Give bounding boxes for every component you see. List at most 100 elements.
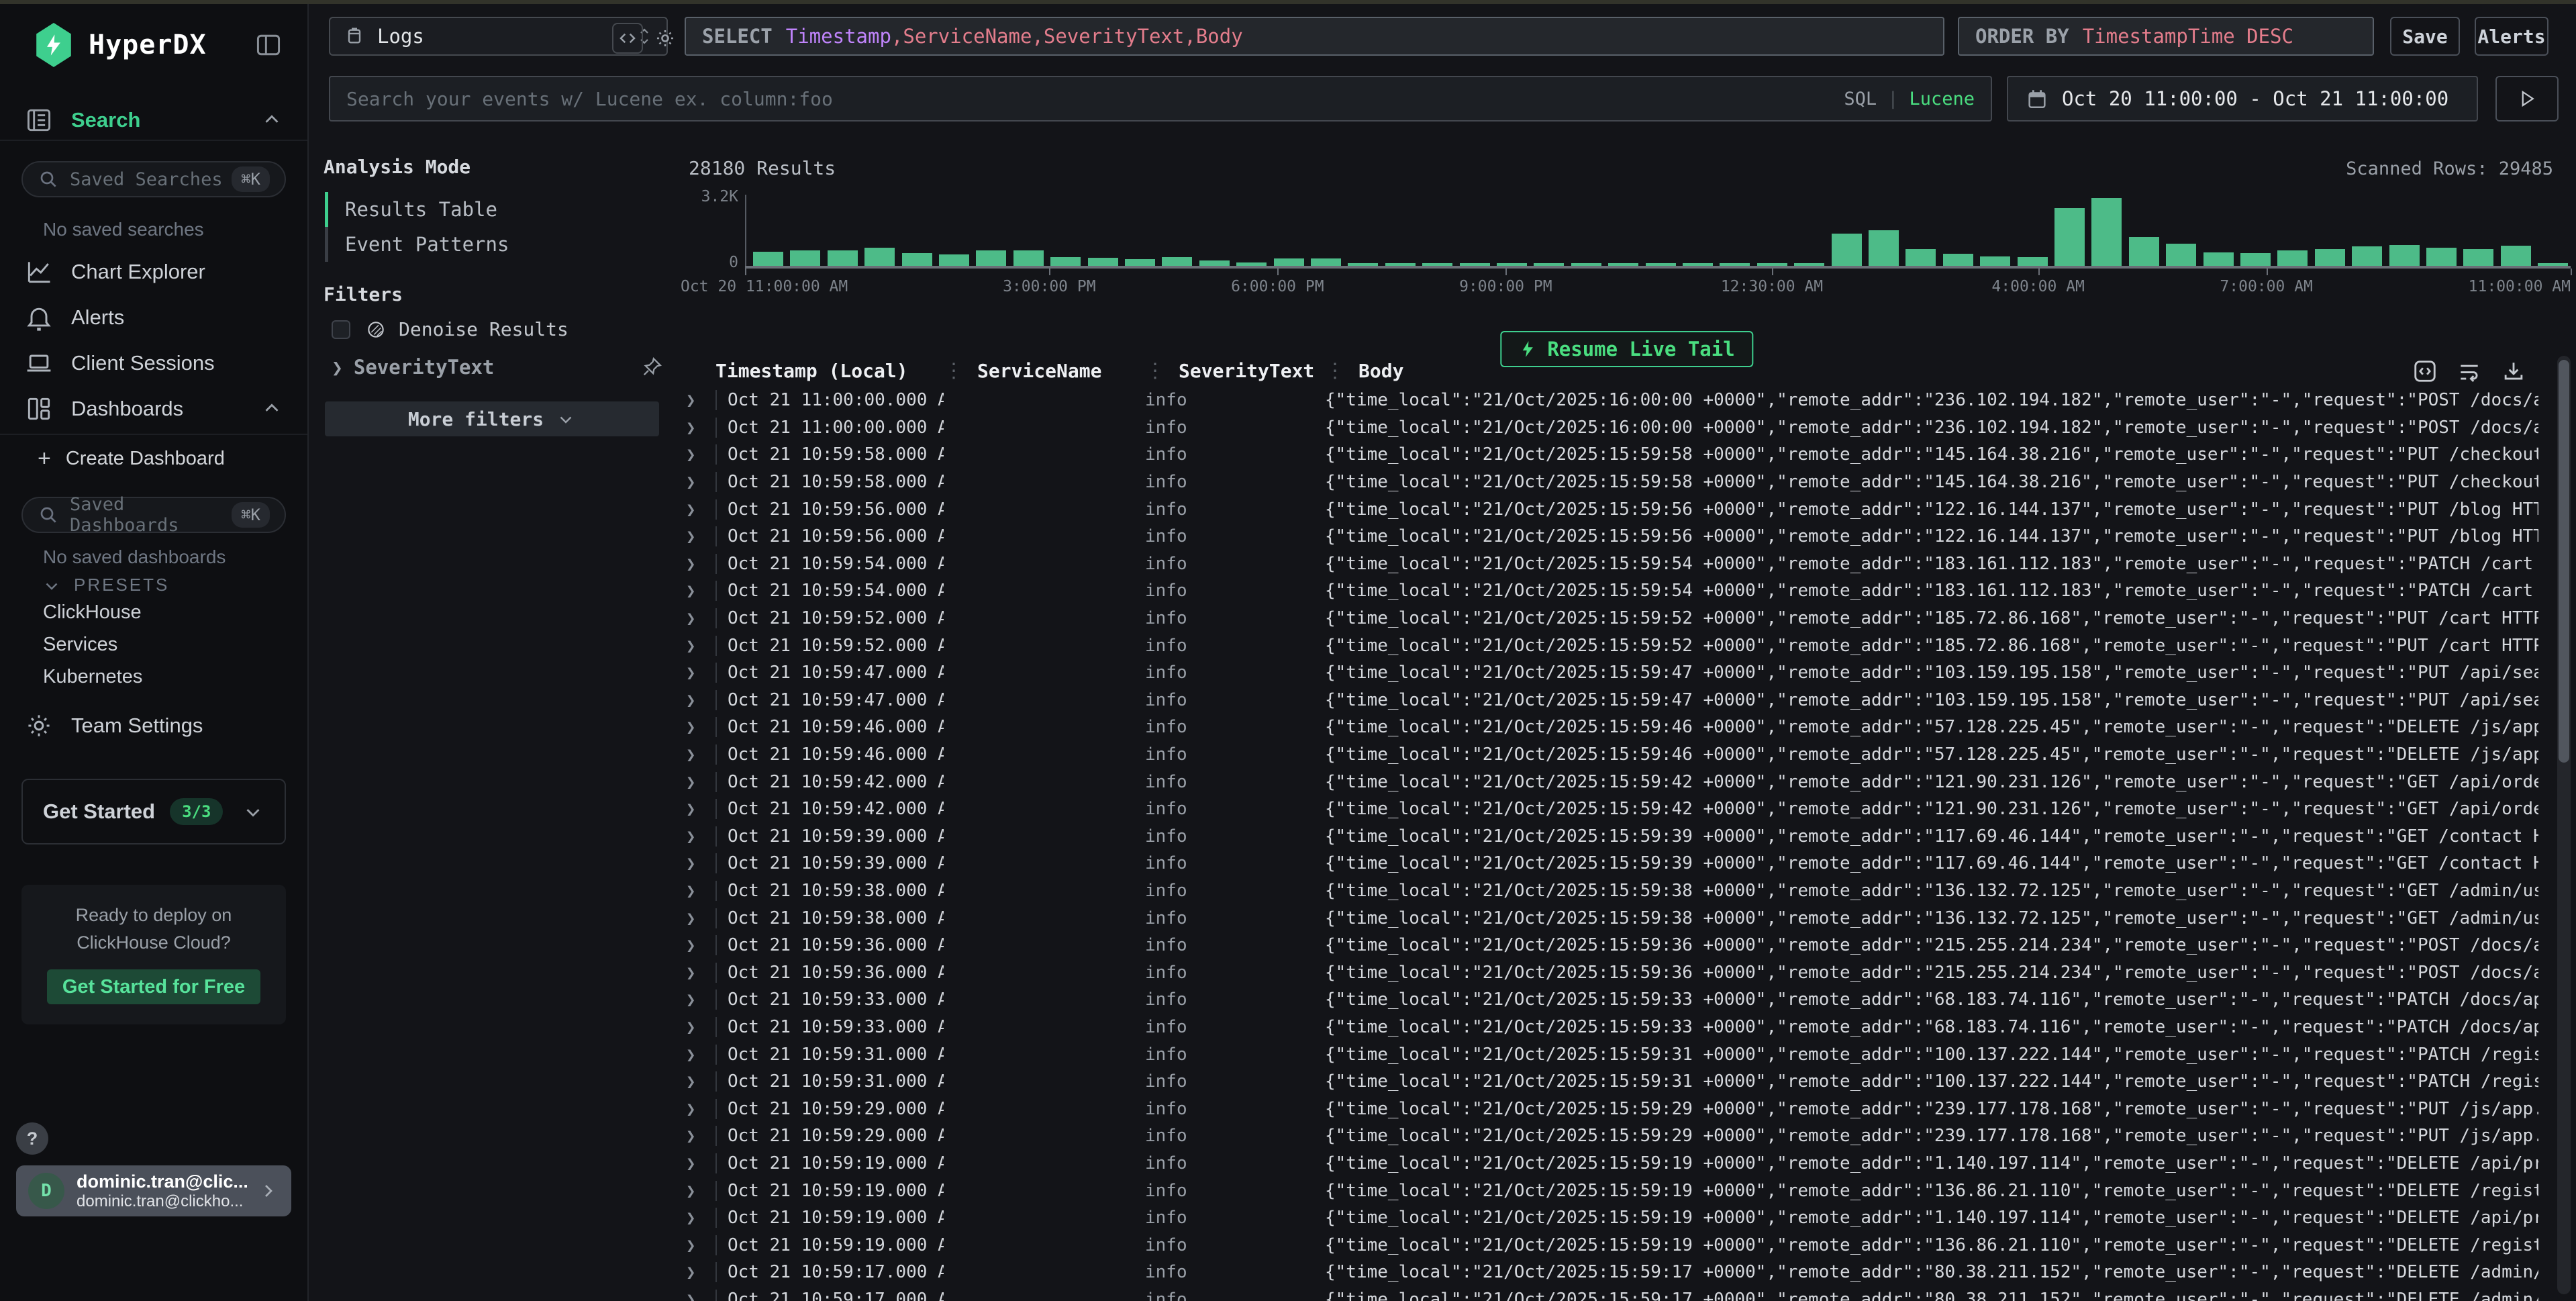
table-row[interactable]: ❯Oct 21 11:00:00.000 AMinfo{"time_local"…: [678, 414, 2538, 442]
table-row[interactable]: ❯Oct 21 10:59:46.000 AMinfo{"time_local"…: [678, 714, 2538, 741]
severity-filter-group[interactable]: ❯ SeverityText: [332, 356, 663, 379]
row-expand-chevron-icon[interactable]: ❯: [678, 936, 715, 955]
row-expand-chevron-icon[interactable]: ❯: [678, 418, 715, 437]
chevron-up-icon[interactable]: [260, 109, 283, 132]
row-expand-chevron-icon[interactable]: ❯: [678, 1100, 715, 1118]
table-row[interactable]: ❯Oct 21 10:59:39.000 AMinfo{"time_local"…: [678, 823, 2538, 851]
row-expand-chevron-icon[interactable]: ❯: [678, 473, 715, 491]
table-row[interactable]: ❯Oct 21 10:59:58.000 AMinfo{"time_local"…: [678, 469, 2538, 496]
row-expand-chevron-icon[interactable]: ❯: [678, 1045, 715, 1064]
row-expand-chevron-icon[interactable]: ❯: [678, 609, 715, 628]
sidebar-item-team-settings[interactable]: Team Settings: [0, 705, 307, 746]
row-expand-chevron-icon[interactable]: ❯: [678, 718, 715, 736]
table-row[interactable]: ❯Oct 21 10:59:47.000 AMinfo{"time_local"…: [678, 659, 2538, 687]
table-row[interactable]: ❯Oct 21 10:59:52.000 AMinfo{"time_local"…: [678, 632, 2538, 659]
col-body[interactable]: ⋮Body: [1325, 359, 2538, 383]
row-expand-chevron-icon[interactable]: ❯: [678, 1072, 715, 1091]
denoise-checkbox[interactable]: [332, 320, 350, 339]
table-row[interactable]: ❯Oct 21 10:59:29.000 AMinfo{"time_local"…: [678, 1122, 2538, 1150]
row-expand-chevron-icon[interactable]: ❯: [678, 691, 715, 710]
row-expand-chevron-icon[interactable]: ❯: [678, 745, 715, 764]
row-expand-chevron-icon[interactable]: ❯: [678, 581, 715, 600]
scrollbar-thumb[interactable]: [2559, 360, 2569, 763]
row-expand-chevron-icon[interactable]: ❯: [678, 1290, 715, 1301]
column-resize-handle[interactable]: ⋮: [1145, 359, 1165, 383]
query-settings-gear-icon[interactable]: [650, 23, 681, 54]
run-query-button[interactable]: [2495, 76, 2559, 122]
sidebar-collapse-icon[interactable]: [254, 30, 283, 60]
more-filters-button[interactable]: More filters: [325, 401, 659, 436]
col-servicename[interactable]: ⋮ServiceName: [944, 359, 1145, 383]
lucene-search-input[interactable]: Search your events w/ Lucene ex. column:…: [329, 76, 1992, 122]
row-expand-chevron-icon[interactable]: ❯: [678, 1208, 715, 1227]
row-expand-chevron-icon[interactable]: ❯: [678, 527, 715, 546]
table-row[interactable]: ❯Oct 21 10:59:31.000 AMinfo{"time_local"…: [678, 1041, 2538, 1068]
table-row[interactable]: ❯Oct 21 10:59:36.000 AMinfo{"time_local"…: [678, 959, 2538, 986]
chevron-up-icon[interactable]: [260, 397, 283, 420]
mode-results-table[interactable]: Results Table: [325, 192, 658, 227]
presets-toggle[interactable]: PRESETS: [42, 575, 169, 595]
row-expand-chevron-icon[interactable]: ❯: [678, 1263, 715, 1282]
download-icon[interactable]: [2501, 358, 2526, 384]
row-expand-chevron-icon[interactable]: ❯: [678, 909, 715, 928]
sidebar-item-alerts[interactable]: Alerts: [0, 297, 307, 338]
row-expand-chevron-icon[interactable]: ❯: [678, 1018, 715, 1037]
table-row[interactable]: ❯Oct 21 10:59:38.000 AMinfo{"time_local"…: [678, 877, 2538, 905]
alerts-button[interactable]: Alerts: [2475, 17, 2548, 56]
date-range-picker[interactable]: Oct 20 11:00:00 - Oct 21 11:00:00: [2007, 76, 2478, 122]
table-row[interactable]: ❯Oct 21 10:59:47.000 AMinfo{"time_local"…: [678, 687, 2538, 714]
user-account-chip[interactable]: D dominic.tran@clic... dominic.tran@clic…: [16, 1165, 291, 1216]
pin-icon[interactable]: [640, 356, 663, 379]
language-toggle-sql[interactable]: SQL: [1844, 89, 1877, 109]
table-row[interactable]: ❯Oct 21 10:59:19.000 AMinfo{"time_local"…: [678, 1177, 2538, 1204]
select-columns-input[interactable]: SELECT Timestamp ,ServiceName,SeverityTe…: [685, 17, 1944, 56]
table-row[interactable]: ❯Oct 21 10:59:33.000 AMinfo{"time_local"…: [678, 1014, 2538, 1041]
table-row[interactable]: ❯Oct 21 10:59:52.000 AMinfo{"time_local"…: [678, 605, 2538, 632]
row-expand-chevron-icon[interactable]: ❯: [678, 663, 715, 682]
table-row[interactable]: ❯Oct 21 10:59:56.000 AMinfo{"time_local"…: [678, 523, 2538, 550]
row-expand-chevron-icon[interactable]: ❯: [678, 881, 715, 900]
orderby-input[interactable]: ORDER BY TimestampTime DESC: [1958, 17, 2374, 56]
column-resize-handle[interactable]: ⋮: [944, 359, 964, 383]
sidebar-item-client-sessions[interactable]: Client Sessions: [0, 342, 307, 384]
row-expand-chevron-icon[interactable]: ❯: [678, 500, 715, 519]
sidebar-item-chart-explorer[interactable]: Chart Explorer: [0, 251, 307, 293]
table-row[interactable]: ❯Oct 21 10:59:19.000 AMinfo{"time_local"…: [678, 1150, 2538, 1177]
sidebar-item-search[interactable]: Search: [0, 101, 307, 141]
table-row[interactable]: ❯Oct 21 10:59:31.000 AMinfo{"time_local"…: [678, 1068, 2538, 1096]
column-resize-handle[interactable]: ⋮: [1325, 359, 1345, 383]
table-row[interactable]: ❯Oct 21 10:59:56.000 AMinfo{"time_local"…: [678, 495, 2538, 523]
mode-event-patterns[interactable]: Event Patterns: [325, 227, 658, 262]
row-expand-chevron-icon[interactable]: ❯: [678, 1236, 715, 1255]
table-row[interactable]: ❯Oct 21 10:59:46.000 AMinfo{"time_local"…: [678, 741, 2538, 769]
row-expand-chevron-icon[interactable]: ❯: [678, 800, 715, 818]
get-started-free-button[interactable]: Get Started for Free: [47, 969, 260, 1004]
row-expand-chevron-icon[interactable]: ❯: [678, 1182, 715, 1200]
denoise-results-toggle[interactable]: Denoise Results: [332, 318, 568, 340]
table-row[interactable]: ❯Oct 21 10:59:38.000 AMinfo{"time_local"…: [678, 904, 2538, 932]
preset-clickhouse[interactable]: ClickHouse: [43, 601, 142, 624]
sidebar-item-dashboards[interactable]: Dashboards: [0, 388, 307, 430]
table-row[interactable]: ❯Oct 21 10:59:39.000 AMinfo{"time_local"…: [678, 850, 2538, 877]
table-row[interactable]: ❯Oct 21 10:59:42.000 AMinfo{"time_local"…: [678, 768, 2538, 796]
row-expand-chevron-icon[interactable]: ❯: [678, 1154, 715, 1173]
row-expand-chevron-icon[interactable]: ❯: [678, 990, 715, 1009]
wrap-lines-icon[interactable]: [2457, 358, 2482, 384]
table-row[interactable]: ❯Oct 21 10:59:58.000 AMinfo{"time_local"…: [678, 441, 2538, 469]
row-expand-chevron-icon[interactable]: ❯: [678, 1126, 715, 1145]
row-expand-chevron-icon[interactable]: ❯: [678, 555, 715, 573]
get-started-accordion[interactable]: Get Started 3/3: [21, 779, 286, 845]
table-row[interactable]: ❯Oct 21 10:59:19.000 AMinfo{"time_local"…: [678, 1204, 2538, 1232]
row-expand-chevron-icon[interactable]: ❯: [678, 773, 715, 791]
preset-services[interactable]: Services: [43, 634, 117, 656]
table-row[interactable]: ❯Oct 21 10:59:19.000 AMinfo{"time_local"…: [678, 1231, 2538, 1259]
table-row[interactable]: ❯Oct 21 10:59:54.000 AMinfo{"time_local"…: [678, 550, 2538, 578]
table-code-view-icon[interactable]: [2412, 358, 2438, 384]
table-row[interactable]: ❯Oct 21 10:59:29.000 AMinfo{"time_local"…: [678, 1095, 2538, 1122]
col-timestamp[interactable]: Timestamp (Local): [715, 360, 944, 382]
saved-dashboards-input[interactable]: Saved Dashboards ⌘K: [21, 497, 286, 533]
create-dashboard-button[interactable]: + Create Dashboard: [38, 446, 225, 472]
table-row[interactable]: ❯Oct 21 10:59:17.000 AMinfo{"time_local"…: [678, 1259, 2538, 1286]
col-severitytext[interactable]: ⋮SeverityText: [1145, 359, 1325, 383]
row-expand-chevron-icon[interactable]: ❯: [678, 854, 715, 873]
